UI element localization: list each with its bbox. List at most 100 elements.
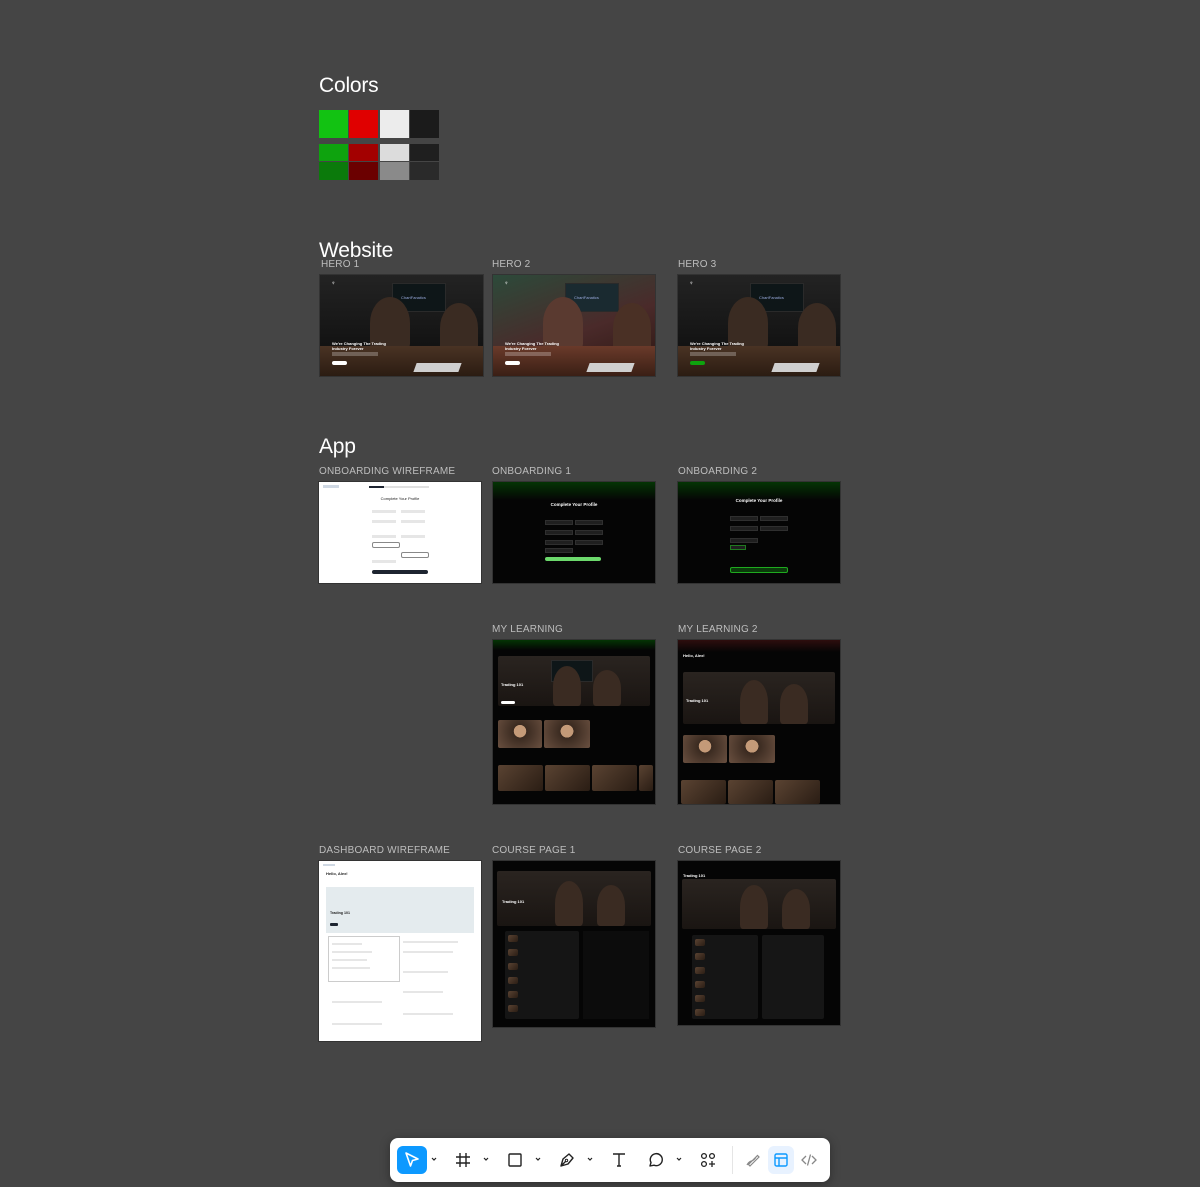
lesson-thumb [508, 977, 518, 984]
wire-option [401, 552, 429, 558]
wire-banner [326, 887, 474, 933]
brand-logo-icon: ♆ [331, 281, 336, 287]
dev-mode-button[interactable] [796, 1146, 822, 1174]
lesson-thumb [508, 1005, 518, 1012]
color-swatch[interactable] [410, 144, 439, 161]
color-swatch[interactable] [319, 162, 348, 180]
color-swatch[interactable] [319, 110, 348, 138]
color-swatch[interactable] [380, 162, 409, 180]
course-thumbnail [544, 720, 590, 748]
pen-tool-button[interactable] [554, 1146, 580, 1174]
color-swatch[interactable] [380, 144, 409, 161]
frame-tool-button[interactable] [450, 1146, 476, 1174]
dashboard-wireframe-frame[interactable]: Hello, Alex! Trading 101 [319, 861, 481, 1041]
wire-line [332, 1001, 382, 1003]
text-tool-button[interactable] [606, 1146, 632, 1174]
hero-cta-button [505, 361, 520, 365]
lesson-thumb [695, 981, 705, 988]
brand-name: ChartFanatics [759, 295, 784, 300]
form-field [760, 526, 788, 531]
wire-field [401, 510, 425, 513]
lesson-thumb [508, 935, 518, 942]
form-field [545, 530, 573, 535]
onboarding-wireframe-frame[interactable]: Complete Your Profile [319, 482, 481, 583]
my-learning-frame[interactable]: Trading 101 [493, 640, 655, 804]
chevron-down-icon[interactable] [534, 1154, 542, 1164]
hero-headline: We're Changing The Trading Industry Fore… [690, 341, 744, 351]
form-field [730, 545, 746, 550]
lesson-thumb [695, 967, 705, 974]
brand-name: ChartFanatics [401, 295, 426, 300]
app-section-title: App [319, 435, 356, 458]
course-thumbnail [729, 735, 775, 763]
form-field [545, 548, 573, 553]
course-info-panel [762, 935, 824, 1019]
wire-greeting: Hello, Alex! [326, 871, 348, 876]
hero1-label: HERO 1 [321, 259, 360, 270]
completed-thumbnail [592, 765, 637, 791]
course-title: Trading 101 [502, 899, 525, 904]
person-right [593, 670, 621, 706]
hero3-label: HERO 3 [678, 259, 717, 270]
chevron-down-icon[interactable] [482, 1154, 490, 1164]
featured-course-title: Trading 101 [501, 682, 524, 687]
wire-line [332, 959, 367, 961]
hero-headline: We're Changing The Trading Industry Fore… [505, 341, 559, 351]
onboarding1-frame[interactable]: Complete Your Profile [493, 482, 655, 583]
featured-course-title: Trading 101 [686, 698, 709, 703]
chevron-down-icon[interactable] [430, 1154, 438, 1164]
actions-tool-button[interactable] [695, 1146, 721, 1174]
color-swatch[interactable] [410, 110, 439, 138]
wire-step-active [369, 486, 384, 488]
actions-grid-icon [700, 1152, 716, 1168]
top-glow [678, 640, 840, 652]
hero2-frame[interactable]: ♆ ChartFanatics We're Changing The Tradi… [493, 275, 655, 376]
chevron-down-icon[interactable] [675, 1154, 683, 1164]
person-left [555, 881, 583, 926]
draw-mode-button[interactable] [740, 1146, 766, 1174]
move-tool-button[interactable] [397, 1146, 427, 1174]
hero-subtext [690, 352, 736, 356]
brand-name: ChartFanatics [574, 295, 599, 300]
color-swatch[interactable] [319, 144, 348, 161]
onboarding-wireframe-label: ONBOARDING WIREFRAME [319, 466, 456, 477]
course-page2-frame[interactable]: Trading 101 [678, 861, 840, 1025]
onboarding-heading: Complete Your Profile [735, 498, 783, 503]
chevron-down-icon[interactable] [586, 1154, 594, 1164]
wire-line [332, 943, 362, 945]
shape-tool-button[interactable] [502, 1146, 528, 1174]
lesson-thumb [695, 939, 705, 946]
continue-button [730, 567, 788, 573]
completed-thumbnail [545, 765, 590, 791]
hero-cta-button [690, 361, 705, 365]
hero1-frame[interactable]: ♆ ChartFanatics We're Changing The Tradi… [320, 275, 483, 376]
completed-thumbnail [681, 780, 726, 804]
wire-field [372, 535, 396, 538]
hero3-frame[interactable]: ♆ ChartFanatics We're Changing The Tradi… [678, 275, 840, 376]
wire-line [403, 941, 458, 943]
wire-logo [323, 485, 339, 488]
onboarding2-frame[interactable]: Complete Your Profile [678, 482, 840, 583]
person-right [782, 889, 810, 929]
form-field [730, 516, 758, 521]
hero-subtext [505, 352, 551, 356]
course-title: Trading 101 [683, 873, 706, 878]
my-learning2-frame[interactable]: Hello, Alex! Trading 101 [678, 640, 840, 804]
hero-subtext [332, 352, 378, 356]
wire-field [372, 510, 396, 513]
lesson-thumb [508, 963, 518, 970]
colors-section-title: Colors [319, 74, 379, 97]
color-swatch[interactable] [380, 110, 409, 138]
form-field [730, 526, 758, 531]
color-swatch[interactable] [410, 162, 439, 180]
hero2-label: HERO 2 [492, 259, 531, 270]
color-swatch[interactable] [349, 110, 378, 138]
comment-tool-button[interactable] [643, 1146, 669, 1174]
color-swatch[interactable] [349, 144, 378, 161]
course-page1-frame[interactable]: Trading 101 [493, 861, 655, 1027]
dashboard-wireframe-label: DASHBOARD WIREFRAME [319, 845, 451, 856]
laptop [586, 363, 635, 372]
lesson-thumb [695, 953, 705, 960]
design-mode-button[interactable] [768, 1146, 794, 1174]
color-swatch[interactable] [349, 162, 378, 180]
